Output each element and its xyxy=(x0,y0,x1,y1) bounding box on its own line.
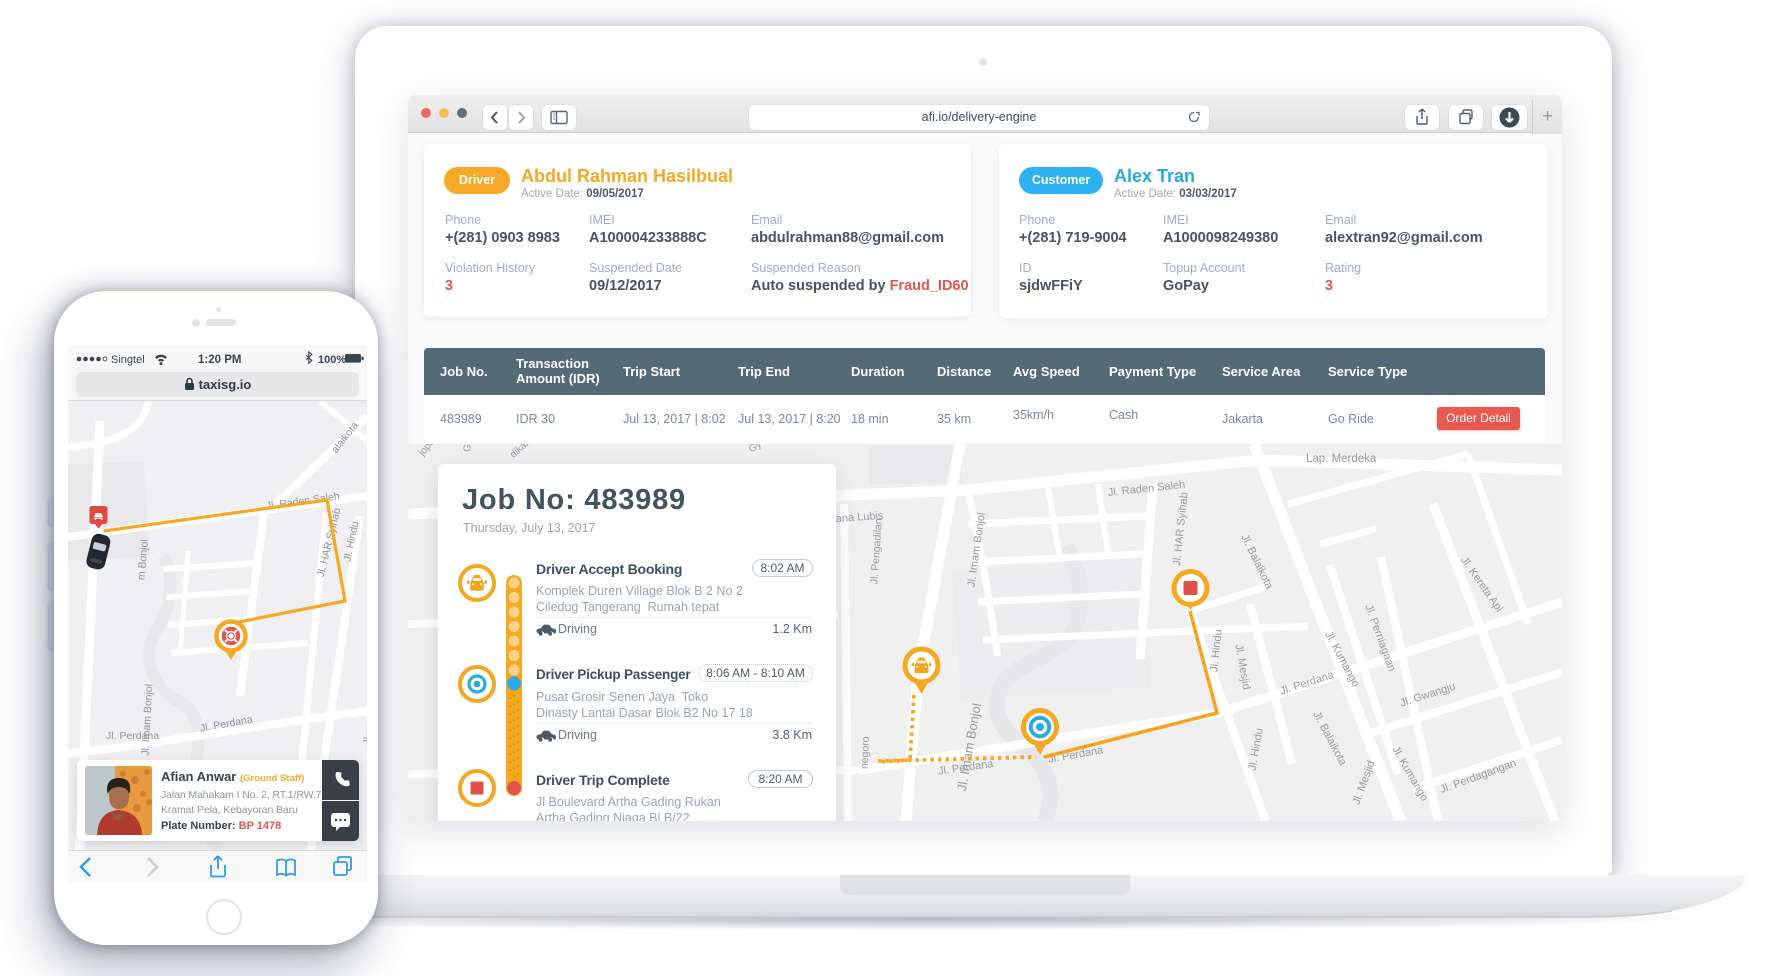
svg-text:negoro: negoro xyxy=(859,736,872,769)
svg-text:100%: 100% xyxy=(318,354,346,366)
svg-text:Jl. Perdana: Jl. Perdana xyxy=(106,730,159,742)
svg-text:Singtel: Singtel xyxy=(111,354,145,366)
svg-text:1:20 PM: 1:20 PM xyxy=(198,354,241,366)
svg-text:Lap. Merdeka: Lap. Merdeka xyxy=(1306,453,1377,465)
